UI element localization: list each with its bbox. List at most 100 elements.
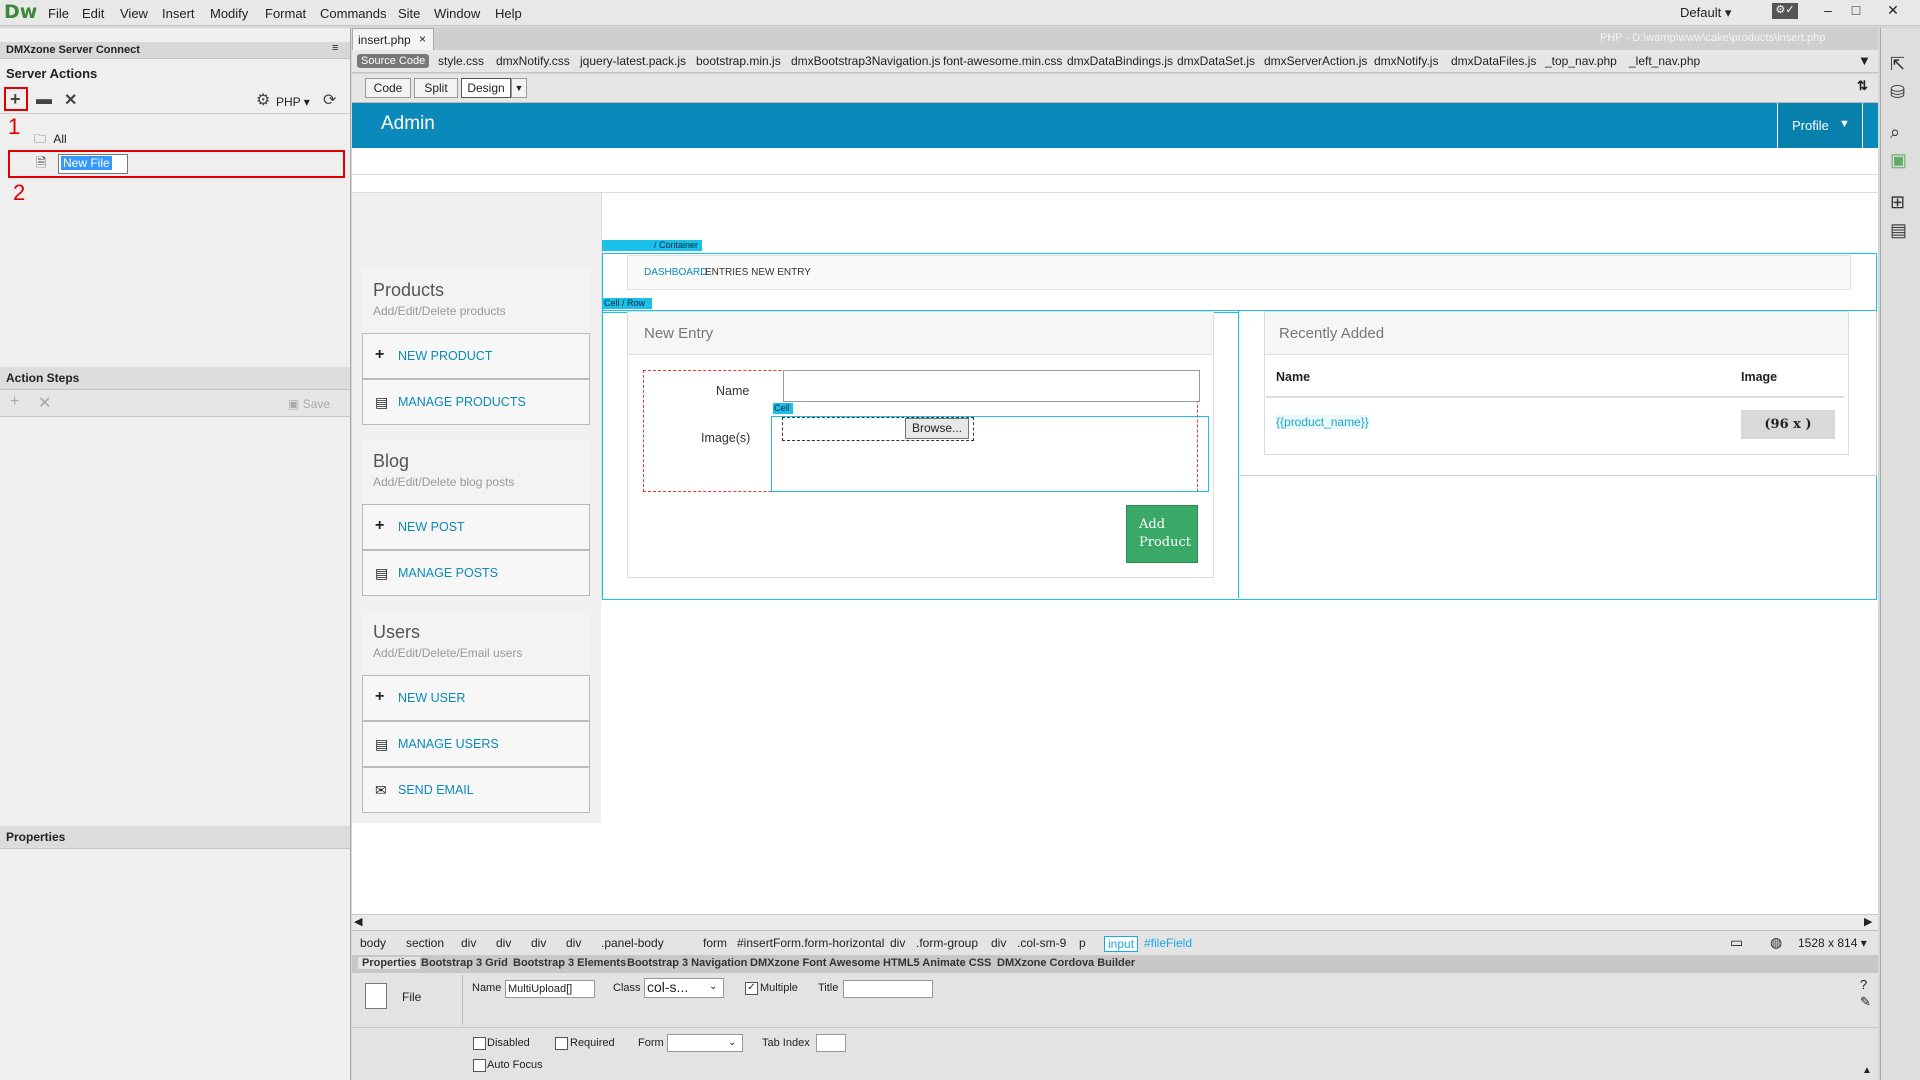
menu-edit[interactable]: Edit bbox=[82, 6, 104, 21]
form-select[interactable]: ⌄ bbox=[667, 1034, 743, 1052]
cell-tag[interactable]: Cell bbox=[773, 403, 793, 414]
related-file[interactable]: dmxServerAction.js bbox=[1264, 54, 1367, 68]
tag-chip[interactable]: form bbox=[703, 936, 727, 950]
menu-window[interactable]: Window bbox=[434, 6, 480, 21]
tag-chip[interactable]: div bbox=[531, 936, 546, 950]
menu-help[interactable]: Help bbox=[495, 6, 522, 21]
sidebar-item-send-email[interactable]: ✉ SEND EMAIL bbox=[362, 767, 590, 813]
title-field[interactable] bbox=[843, 980, 933, 998]
container-tag[interactable]: / Container bbox=[602, 240, 702, 251]
menu-file[interactable]: File bbox=[48, 6, 69, 21]
gear-icon[interactable]: ⚙ bbox=[256, 90, 270, 110]
sitemap-icon[interactable]: ⊞ bbox=[1890, 192, 1905, 213]
tag-chip[interactable]: #insertForm.form-horizontal bbox=[737, 936, 884, 950]
multiple-checkbox[interactable]: ✓ bbox=[745, 982, 758, 995]
menu-insert[interactable]: Insert bbox=[162, 6, 195, 21]
save-button[interactable]: ▣ Save bbox=[288, 397, 330, 411]
horizontal-scrollbar[interactable]: ◀ ▶ bbox=[352, 914, 1878, 931]
assets-icon[interactable]: ▣ bbox=[1890, 150, 1907, 171]
related-file[interactable]: jquery-latest.pack.js bbox=[580, 54, 686, 68]
tab-bootstrap-elements[interactable]: Bootstrap 3 Elements bbox=[513, 957, 626, 969]
new-file-rename-input[interactable]: New File bbox=[58, 154, 128, 174]
sidebar-item-new-post[interactable]: + NEW POST bbox=[362, 504, 590, 550]
databases-icon[interactable]: ⛁ bbox=[1890, 82, 1905, 103]
sidebar-item-manage-products[interactable]: ▤ MANAGE PRODUCTS bbox=[362, 379, 590, 425]
tag-chip[interactable]: .panel-body bbox=[601, 936, 664, 950]
browse-button[interactable]: Browse... bbox=[905, 418, 969, 439]
related-file[interactable]: dmxNotify.js bbox=[1374, 54, 1438, 68]
scroll-right-icon[interactable]: ▶ bbox=[1864, 915, 1872, 928]
close-tab-icon[interactable]: × bbox=[419, 32, 426, 46]
sidebar-item-manage-users[interactable]: ▤ MANAGE USERS bbox=[362, 721, 590, 767]
help-icon[interactable]: ? bbox=[1860, 977, 1867, 992]
menu-view[interactable]: View bbox=[120, 6, 148, 21]
tab-properties[interactable]: Properties bbox=[358, 957, 421, 969]
insert-panel-icon[interactable]: ⇱ bbox=[1890, 54, 1905, 75]
folder-icon[interactable]: ▬ bbox=[36, 91, 52, 109]
related-file[interactable]: dmxDataFiles.js bbox=[1451, 54, 1536, 68]
add-action-button[interactable]: + bbox=[4, 87, 28, 111]
related-file[interactable]: font-awesome.min.css bbox=[943, 54, 1062, 68]
workspace-switcher[interactable]: Default ▾ bbox=[1680, 5, 1731, 21]
related-file[interactable]: bootstrap.min.js bbox=[696, 54, 781, 68]
menu-site[interactable]: Site bbox=[398, 6, 420, 21]
disabled-checkbox[interactable] bbox=[473, 1037, 486, 1050]
tab-font-awesome[interactable]: DMXzone Font Awesome bbox=[750, 957, 880, 969]
required-checkbox[interactable] bbox=[555, 1037, 568, 1050]
monitor-icon[interactable]: ▭ bbox=[1730, 934, 1743, 951]
product-name-binding[interactable]: {{product_name}} bbox=[1276, 415, 1369, 429]
server-model-select[interactable]: PHP ▾ bbox=[276, 95, 310, 109]
tag-chip[interactable]: section bbox=[406, 936, 444, 950]
add-product-button[interactable]: Add Product bbox=[1126, 505, 1198, 563]
breadcrumb-dashboard-link[interactable]: DASHBOARD bbox=[644, 267, 707, 278]
collapse-icon[interactable]: ▲ bbox=[1862, 1065, 1872, 1076]
name-field[interactable]: MultiUpload[] bbox=[505, 980, 595, 998]
tag-chip[interactable]: div bbox=[496, 936, 511, 950]
tag-chip[interactable]: body bbox=[360, 936, 386, 950]
filter-icon[interactable]: ▼ bbox=[1858, 53, 1871, 68]
profile-dropdown[interactable]: Profile ▼ bbox=[1777, 103, 1863, 148]
related-file[interactable]: style.css bbox=[438, 54, 484, 68]
close-icon[interactable]: ✕ bbox=[1880, 2, 1906, 20]
maximize-icon[interactable]: □ bbox=[1843, 2, 1869, 20]
scroll-left-icon[interactable]: ◀ bbox=[354, 915, 362, 928]
tag-chip[interactable]: div bbox=[461, 936, 476, 950]
tab-index-field[interactable] bbox=[816, 1034, 846, 1052]
auto-focus-checkbox[interactable] bbox=[473, 1059, 486, 1072]
name-input[interactable] bbox=[783, 370, 1200, 402]
related-file[interactable]: dmxNotify.css bbox=[496, 54, 570, 68]
tag-chip[interactable]: p bbox=[1079, 936, 1086, 950]
menu-commands[interactable]: Commands bbox=[320, 6, 386, 21]
sort-icon[interactable]: ⇅ bbox=[1857, 78, 1868, 94]
menu-modify[interactable]: Modify bbox=[210, 6, 248, 21]
related-file[interactable]: _left_nav.php bbox=[1629, 54, 1700, 68]
panel-menu-icon[interactable]: ≡ bbox=[332, 42, 338, 54]
source-code-button[interactable]: Source Code bbox=[357, 54, 430, 68]
tag-chip[interactable]: .form-group bbox=[916, 936, 978, 950]
refresh-icon[interactable]: ⟳ bbox=[323, 90, 336, 110]
related-file[interactable]: dmxBootstrap3Navigation.js bbox=[791, 54, 940, 68]
window-size[interactable]: 1528 x 814 ▾ bbox=[1798, 936, 1867, 950]
globe-icon[interactable]: ◍ bbox=[1770, 934, 1782, 951]
tab-insert-php[interactable]: insert.php × bbox=[352, 28, 434, 51]
brand-title[interactable]: Admin Panel bbox=[381, 113, 461, 137]
tab-animate-css[interactable]: HTML5 Animate CSS bbox=[883, 957, 991, 969]
tag-chip[interactable]: div bbox=[991, 936, 1006, 950]
tag-chip[interactable]: div bbox=[566, 936, 581, 950]
sidebar-item-new-user[interactable]: + NEW USER bbox=[362, 675, 590, 721]
search-icon[interactable]: ⌕ bbox=[1890, 122, 1900, 143]
tag-chip-selected[interactable]: input bbox=[1104, 936, 1139, 952]
tab-cordova-builder[interactable]: DMXzone Cordova Builder bbox=[997, 957, 1135, 969]
sidebar-item-new-product[interactable]: + NEW PRODUCT bbox=[362, 333, 590, 379]
related-file[interactable]: dmxDataSet.js bbox=[1177, 54, 1255, 68]
class-select[interactable]: col-s... ⌄ bbox=[644, 978, 724, 998]
sidebar-item-manage-posts[interactable]: ▤ MANAGE POSTS bbox=[362, 550, 590, 596]
plus-icon[interactable]: + bbox=[10, 393, 19, 411]
cell-row-tag[interactable]: Cell / Row bbox=[602, 298, 652, 309]
gear-icon[interactable]: ⚙✓ bbox=[1772, 3, 1798, 19]
delete-icon[interactable]: ✕ bbox=[64, 90, 77, 110]
minimize-icon[interactable]: – bbox=[1815, 2, 1841, 20]
menu-format[interactable]: Format bbox=[265, 6, 306, 21]
code-view-button[interactable]: Code bbox=[365, 78, 411, 98]
design-view-button[interactable]: Design bbox=[461, 78, 511, 98]
